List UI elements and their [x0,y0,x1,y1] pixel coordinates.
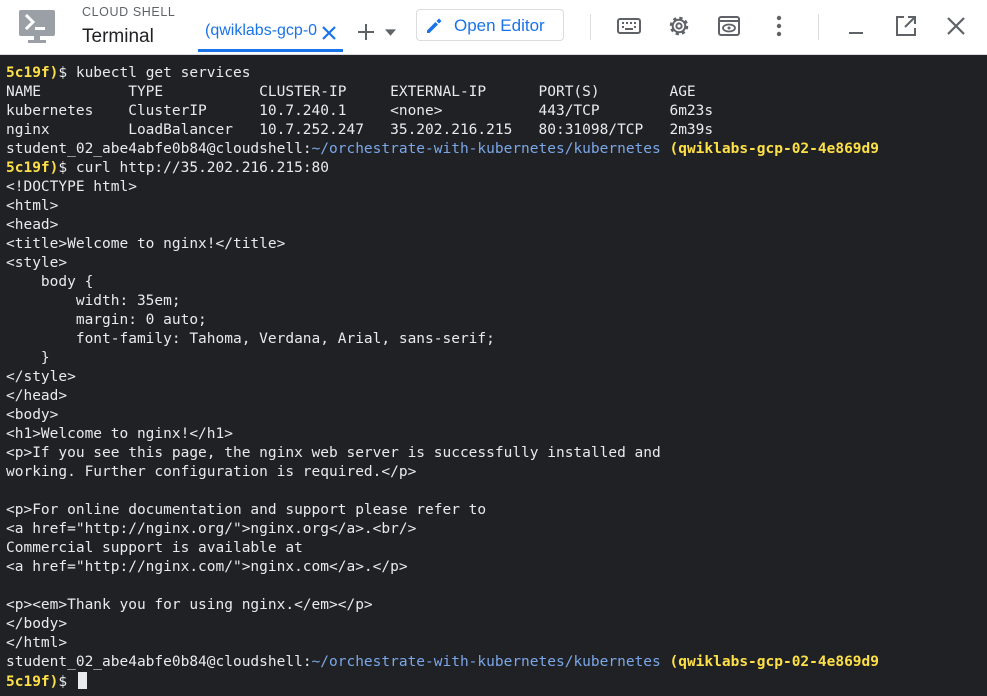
terminal-text: (qwiklabs-gcp-02-4e869d9 [669,141,879,157]
terminal-text: <html> [6,198,59,214]
divider [818,14,819,40]
terminal-line: <a href="http://nginx.com/">nginx.com</a… [6,558,879,577]
terminal-line: width: 35em; [6,292,879,311]
terminal-text: <p><em>Thank you for using nginx.</em></… [6,597,373,613]
cloud-shell-logo-icon [19,10,55,43]
terminal-cursor [77,672,87,689]
terminal-text: } [6,350,50,366]
terminal-line: <a href="http://nginx.org/">nginx.org</a… [6,520,879,539]
terminal-text: working. Further configuration is requir… [6,464,417,480]
terminal-text: <a href="http://nginx.com/">nginx.com</a… [6,559,408,575]
terminal-text: (qwiklabs-gcp-02-4e869d9 [669,654,879,670]
terminal-text: </body> [6,616,68,632]
add-tab-button[interactable] [356,22,398,44]
terminal-text: <title>Welcome to nginx!</title> [6,236,286,252]
terminal-line: </body> [6,615,879,634]
terminal-text: body { [6,274,94,290]
terminal-text: nginx LoadBalancer 10.7.252.247 35.202.2… [6,122,714,138]
terminal-text: </html> [6,635,68,651]
terminal-text: </head> [6,388,68,404]
terminal-line: <h1>Welcome to nginx!</h1> [6,425,879,444]
terminal-text: font-family: Tahoma, Verdana, Arial, san… [6,331,495,347]
plus-icon [358,24,374,40]
terminal-line: font-family: Tahoma, Verdana, Arial, san… [6,330,879,349]
open-in-new-icon[interactable] [893,13,919,39]
terminal-line: 5c19f)$ kubectl get services [6,64,879,83]
divider [590,14,591,40]
terminal-text: : [302,141,312,157]
terminal-text: $ curl http://35.202.216.215:80 [58,160,330,176]
more-vert-icon[interactable] [766,13,792,39]
close-window-icon[interactable] [943,13,969,39]
terminal-text: <head> [6,217,59,233]
terminal-line: <p>If you see this page, the nginx web s… [6,444,879,463]
minimize-icon[interactable] [843,13,869,39]
terminal-line: <!DOCTYPE html> [6,178,879,197]
terminal-line: <title>Welcome to nginx!</title> [6,235,879,254]
terminal-line: <p>For online documentation and support … [6,501,879,520]
open-editor-button[interactable]: Open Editor [416,9,564,41]
terminal-text: ~/orchestrate-with-kubernetes/kubernetes [311,654,661,670]
gear-icon[interactable] [666,13,692,39]
terminal-line: 5c19f)$ [6,672,879,691]
terminal-line: </style> [6,368,879,387]
pencil-icon [427,18,442,33]
terminal-line: body { [6,273,879,292]
terminal-text: $ kubectl get services [58,65,251,81]
terminal-line: </head> [6,387,879,406]
terminal-line: <head> [6,216,879,235]
terminal-text: </style> [6,369,76,385]
terminal-line: <body> [6,406,879,425]
terminal-text: <body> [6,407,59,423]
terminal-text: <p>If you see this page, the nginx web s… [6,445,661,461]
terminal-text: width: 35em; [6,293,181,309]
terminal-text: $ [58,674,76,690]
terminal-text: 5c19f) [6,65,59,81]
terminal-text: <!DOCTYPE html> [6,179,137,195]
terminal-line: working. Further configuration is requir… [6,463,879,482]
terminal-text: margin: 0 auto; [6,312,207,328]
terminal-text: <style> [6,255,68,271]
terminal-line: <style> [6,254,879,273]
terminal-line: NAME TYPE CLUSTER-IP EXTERNAL-IP PORT(S)… [6,83,879,102]
terminal-line: } [6,349,879,368]
terminal-line: kubernetes ClusterIP 10.7.240.1 <none> 4… [6,102,879,121]
terminal-line: student_02_abe4abfe0b84@cloudshell:~/orc… [6,140,879,159]
tab-label[interactable]: (qwiklabs-gcp-02-4e869d95c19f) [205,22,317,40]
app-subtitle: CLOUD SHELL [82,5,176,19]
terminal-text: 5c19f) [6,160,59,176]
terminal-line: <html> [6,197,879,216]
terminal-text: <p>For online documentation and support … [6,502,487,518]
terminal-text: <h1>Welcome to nginx!</h1> [6,426,233,442]
terminal-line: margin: 0 auto; [6,311,879,330]
title-block: CLOUD SHELL Terminal [82,4,175,50]
chevron-down-icon [385,29,396,36]
open-editor-label: Open Editor [454,16,545,35]
terminal-text: ~/orchestrate-with-kubernetes/kubernetes [311,141,661,157]
keyboard-icon[interactable] [616,13,642,39]
terminal-line: 5c19f)$ curl http://35.202.216.215:80 [6,159,879,178]
terminal-text: : [302,654,312,670]
terminal-text: Commercial support is available at [6,540,303,556]
app-title: Terminal [82,26,154,47]
terminal-line: student_02_abe4abfe0b84@cloudshell:~/orc… [6,653,879,672]
web-preview-icon[interactable] [716,13,742,39]
terminal-text: <a href="http://nginx.org/">nginx.org</a… [6,521,417,537]
tab-qwiklabs-project[interactable]: (qwiklabs-gcp-02-4e869d95c19f) [198,14,343,52]
terminal-text: student_02_abe4abfe0b84@cloudshell [6,654,303,670]
cloud-shell-header: CLOUD SHELL Terminal (qwiklabs-gcp-02-4e… [0,0,987,55]
close-icon[interactable] [321,25,337,41]
terminal-line: <p><em>Thank you for using nginx.</em></… [6,596,879,615]
terminal-line: Commercial support is available at [6,539,879,558]
terminal-text: 5c19f) [6,674,59,690]
terminal-text: kubernetes ClusterIP 10.7.240.1 <none> 4… [6,103,714,119]
terminal-lines: 5c19f)$ kubectl get services NAME TYPE CL… [6,64,879,691]
terminal-line: </html> [6,634,879,653]
terminal-output[interactable]: 5c19f)$ kubectl get services NAME TYPE CL… [0,55,987,696]
terminal-line: nginx LoadBalancer 10.7.252.247 35.202.2… [6,121,879,140]
terminal-text: student_02_abe4abfe0b84@cloudshell [6,141,303,157]
terminal-text: NAME TYPE CLUSTER-IP EXTERNAL-IP PORT(S)… [6,84,696,100]
